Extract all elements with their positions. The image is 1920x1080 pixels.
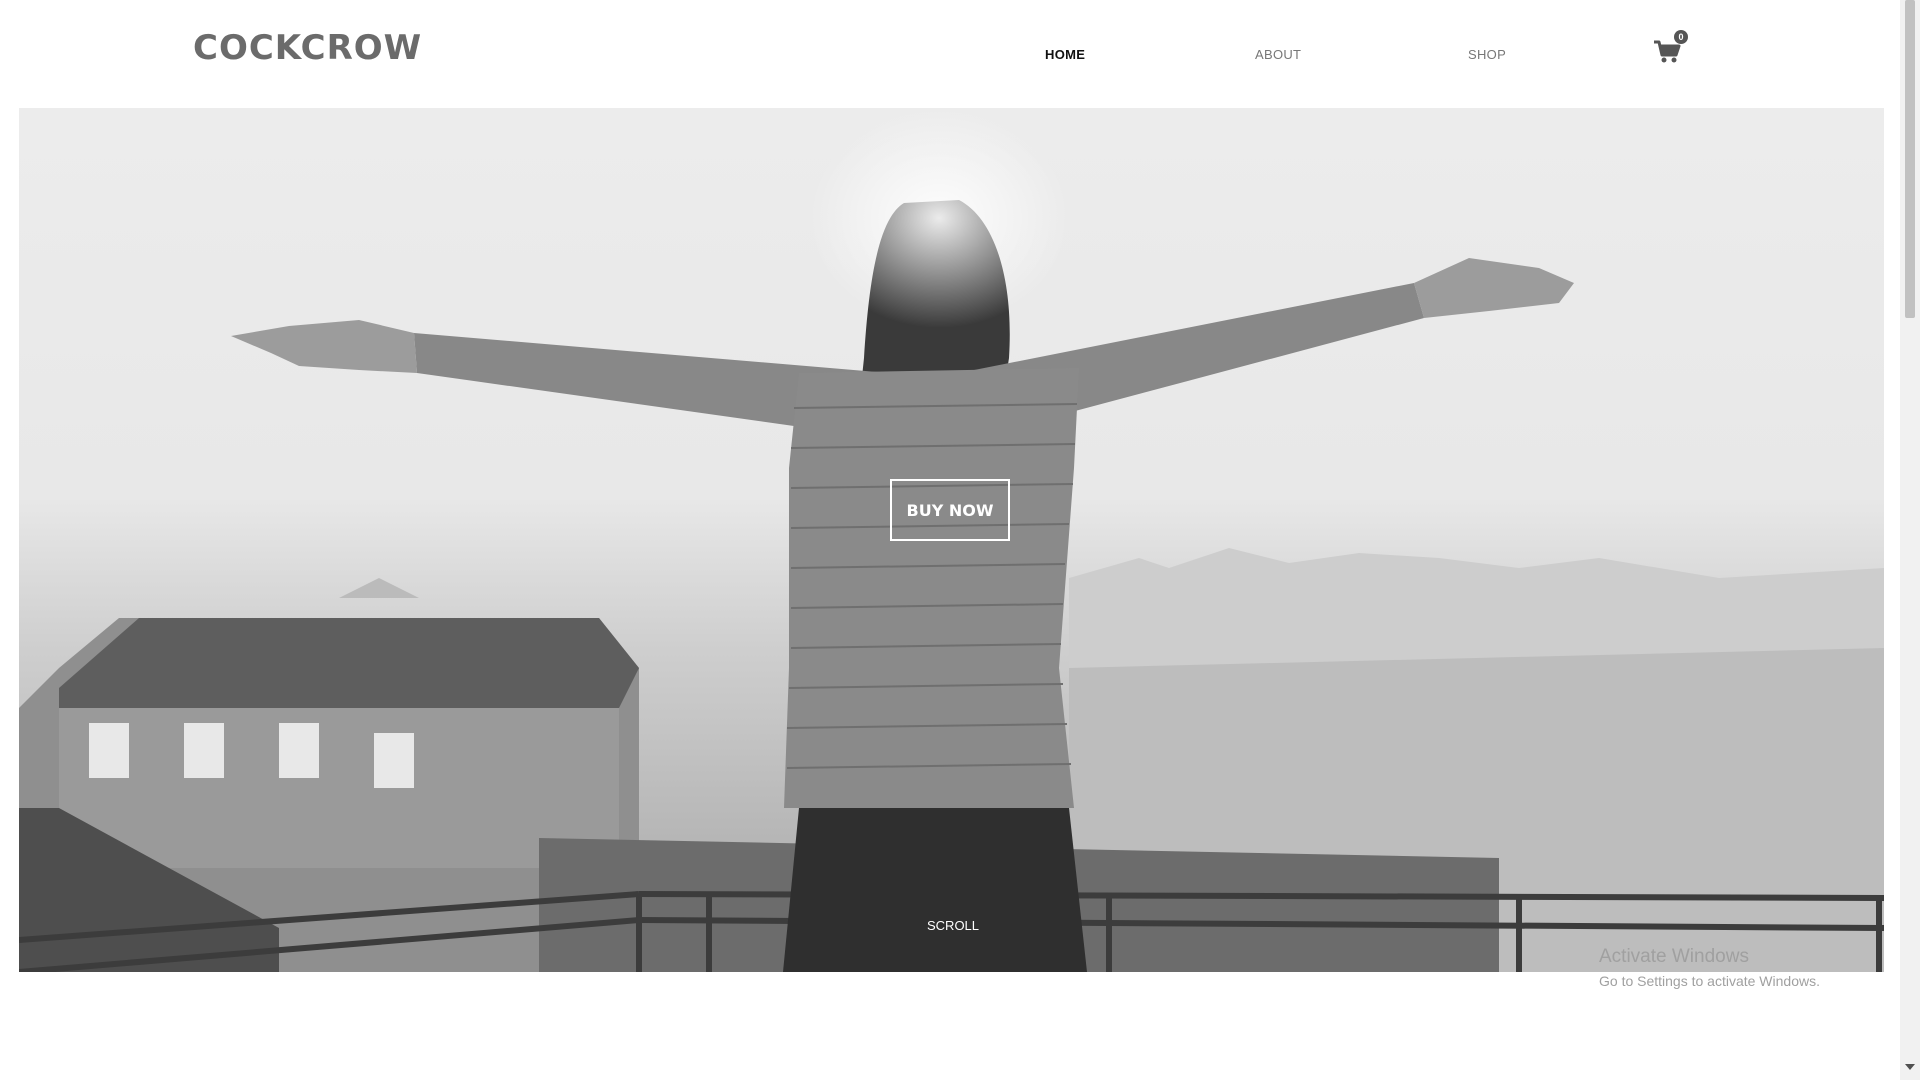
cart-count-badge: 0 xyxy=(1674,30,1688,44)
activate-windows-subtitle: Go to Settings to activate Windows. xyxy=(1599,973,1820,989)
nav-about[interactable]: ABOUT xyxy=(1255,47,1301,62)
cart-button[interactable]: 0 xyxy=(1652,30,1688,70)
buy-now-button[interactable]: BUY NOW xyxy=(890,479,1010,541)
nav-shop[interactable]: SHOP xyxy=(1468,47,1506,62)
scroll-down-arrow-icon[interactable] xyxy=(1905,1064,1915,1070)
page-scrollbar[interactable] xyxy=(1900,0,1920,1080)
site-logo[interactable]: COCKCROW xyxy=(193,28,422,68)
hero-banner: BUY NOW SCROLL xyxy=(19,108,1884,972)
site-header: COCKCROW HOME ABOUT SHOP 0 xyxy=(0,0,1900,108)
scrollbar-thumb[interactable] xyxy=(1905,0,1915,318)
activate-windows-title: Activate Windows xyxy=(1599,946,1749,967)
nav-home[interactable]: HOME xyxy=(1045,47,1085,62)
scroll-indicator[interactable]: SCROLL xyxy=(927,918,979,933)
